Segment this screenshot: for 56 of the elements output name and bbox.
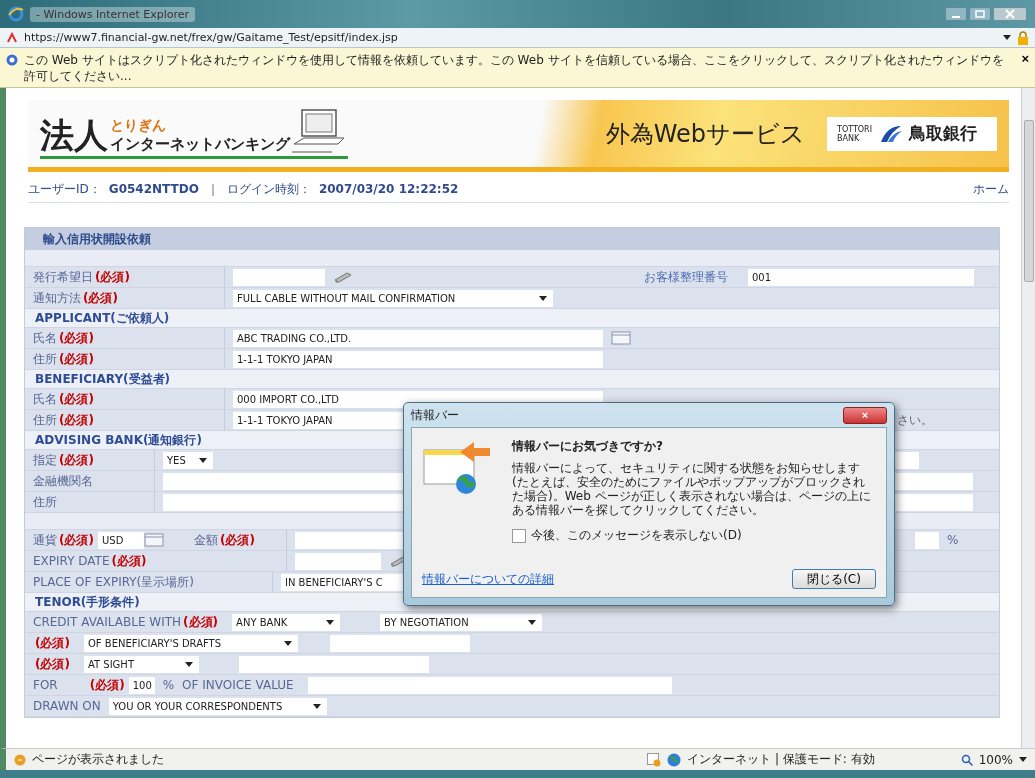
required-mark: (必須) bbox=[59, 329, 94, 347]
dialog-message: 情報バーによって、セキュリティに関する状態をお知らせします (たとえば、安全のためにファイルやポップアップがブロックされた場合)。Web ページが正しく表示されない場合は、ページの上にある情報バーを探してクリックしてください。 bbox=[512, 461, 872, 517]
required-mark: (必須) bbox=[95, 268, 130, 286]
logo-text: 法人 bbox=[40, 116, 108, 154]
logo-tagline: インターネットバンキング bbox=[110, 135, 290, 154]
bank-english-name: TOTTORI BANK bbox=[837, 124, 873, 143]
field-label: 金額 bbox=[193, 531, 218, 549]
required-mark: (必須) bbox=[59, 350, 94, 368]
field-label: CREDIT AVAILABLE WITH bbox=[33, 615, 182, 629]
field-label: FOR bbox=[33, 678, 58, 692]
service-title: 外為Webサービス bbox=[605, 118, 805, 150]
field-label: OF INVOICE VALUE bbox=[182, 678, 294, 692]
required-mark: (必須) bbox=[111, 552, 147, 570]
required-mark: (必須) bbox=[35, 634, 70, 652]
field-label: EXPIRY DATE bbox=[33, 554, 110, 568]
field-label: 金融機関名 bbox=[33, 472, 93, 490]
bank-name: 鳥取銀行 bbox=[909, 122, 977, 145]
required-mark: (必須) bbox=[35, 655, 70, 673]
field-label: PLACE OF EXPIRY(呈示場所) bbox=[33, 573, 194, 591]
form-title: 輸入信用状開設依頼 bbox=[25, 228, 999, 250]
field-label: 氏名 bbox=[33, 390, 57, 408]
field-label: DRAWN ON bbox=[33, 699, 101, 713]
field-label: お客様整理番号 bbox=[644, 268, 728, 286]
info-bar-message: この Web サイトはスクリプト化されたウィンドウを使用して情報を依頼しています。この Web サイトを信頼している場合、ここをクリックして、スクリプト化されたウィンドウを許可してください... bbox=[24, 52, 1005, 84]
field-label: 氏名 bbox=[33, 329, 57, 347]
login-time-label: ログイン時刻： bbox=[226, 180, 311, 198]
user-id: G0542NTTDO bbox=[108, 182, 199, 196]
security-zone-text: インターネット | 保護モード: 有効 bbox=[687, 751, 875, 768]
login-time: 2007/03/20 12:22:52 bbox=[318, 182, 459, 196]
separator: ｜ bbox=[206, 180, 219, 198]
required-mark: (必須) bbox=[59, 451, 94, 469]
dialog-title: 情報バー bbox=[411, 406, 459, 424]
field-label: 住所 bbox=[33, 411, 57, 429]
required-mark: (必須) bbox=[89, 676, 125, 694]
note-text: さい。 bbox=[897, 411, 933, 429]
field-label: 指定 bbox=[33, 451, 57, 469]
unit-text: % bbox=[947, 533, 959, 547]
field-label: 住所 bbox=[33, 493, 57, 511]
required-mark: (必須) bbox=[83, 289, 118, 307]
status-text: ページが表示されました bbox=[32, 751, 165, 768]
window-title: - Windows Internet Explorer bbox=[30, 6, 196, 22]
url-text: https://www7.financial-gw.net/frex/gw/Gaitame_Test/epsitf/index.jsp bbox=[24, 31, 399, 44]
unit-text: % bbox=[162, 678, 175, 692]
field-label: 発行希望日 bbox=[33, 268, 93, 286]
field-label: 通知方法 bbox=[33, 289, 81, 307]
required-mark: (必須) bbox=[183, 613, 219, 631]
logo-subtitle: とりぎん bbox=[110, 117, 167, 135]
required-mark: (必須) bbox=[219, 531, 255, 549]
field-label: 通貨 bbox=[33, 531, 57, 549]
section-heading: BENEFICIARY(受益者) bbox=[25, 370, 999, 389]
user-id-label: ユーザーID： bbox=[28, 180, 101, 198]
required-mark: (必須) bbox=[59, 411, 94, 429]
required-mark: (必須) bbox=[59, 390, 94, 408]
section-heading: APPLICANT(ご依頼人) bbox=[25, 309, 999, 328]
required-mark: (必須) bbox=[59, 531, 94, 549]
field-label: 住所 bbox=[33, 350, 57, 368]
